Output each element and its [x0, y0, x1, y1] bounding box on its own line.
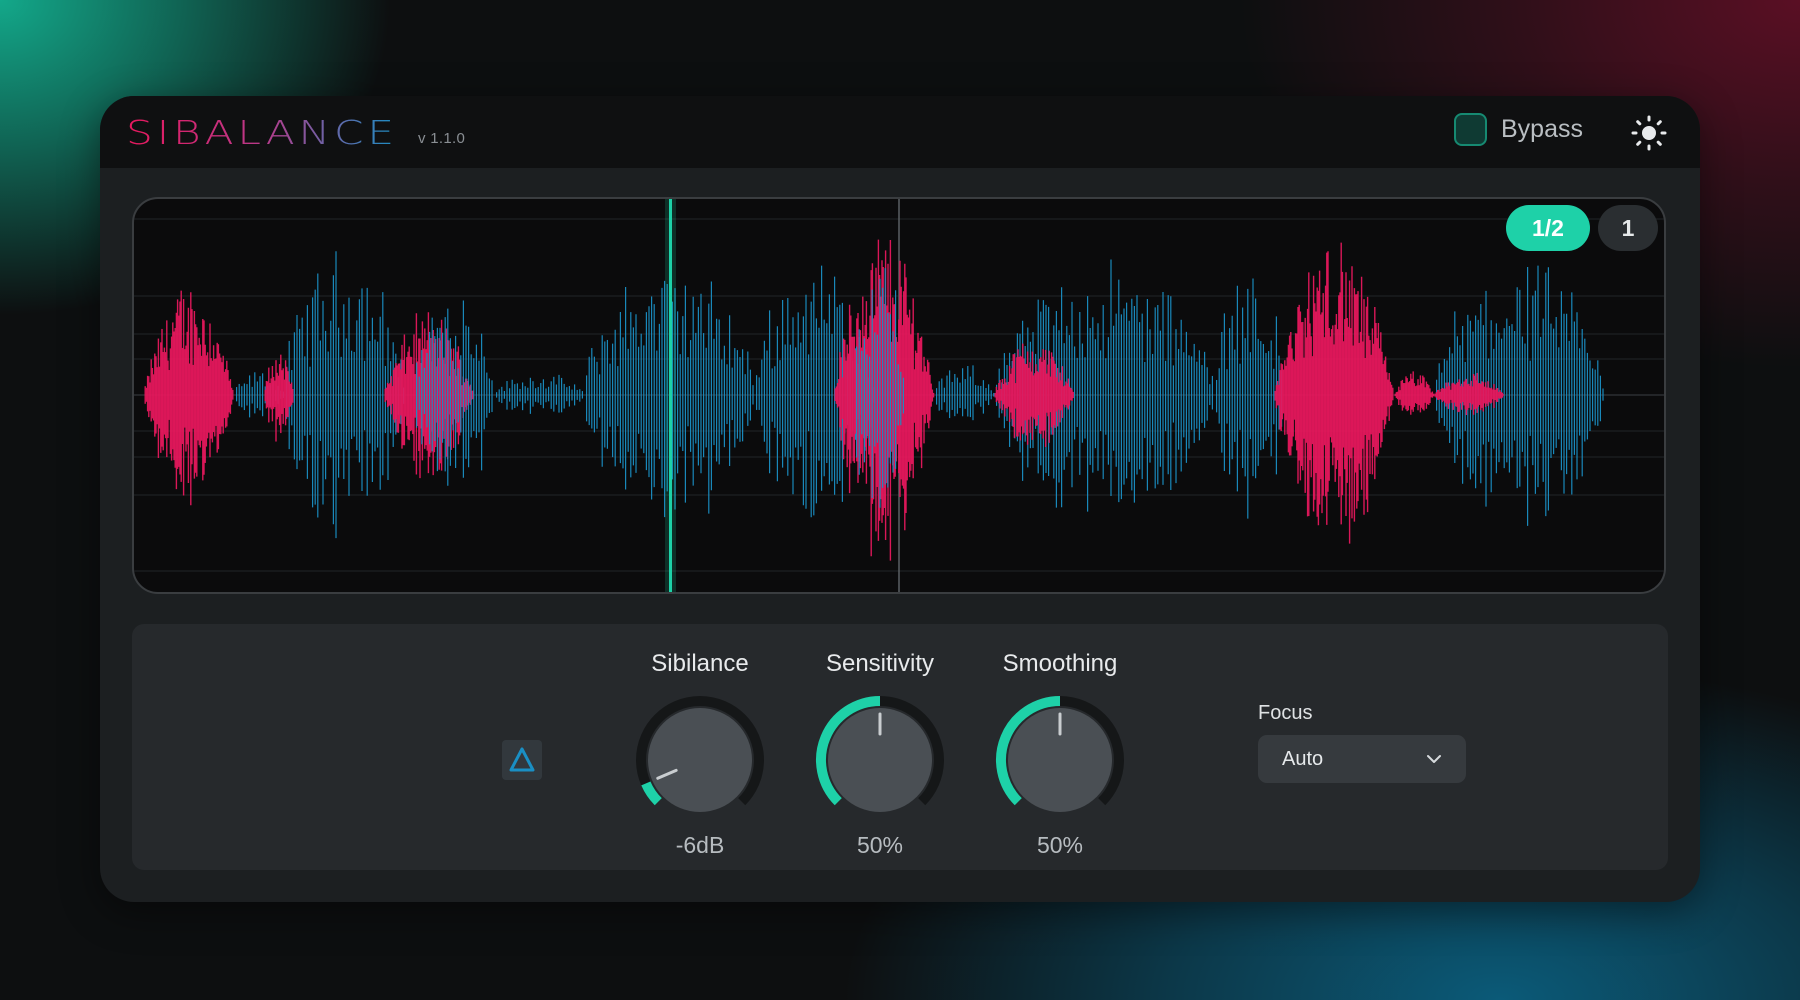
- bypass-label: Bypass: [1501, 115, 1583, 143]
- delta-icon[interactable]: [502, 740, 542, 780]
- version-label: v 1.1.0: [418, 130, 466, 147]
- controls-panel: Sibilance -6dB Sensitivity 50% Smoothing…: [132, 624, 1668, 870]
- sibilance-value: -6dB: [675, 832, 725, 858]
- smoothing-control: Smoothing 50%: [980, 648, 1140, 860]
- sun-icon[interactable]: [1630, 114, 1668, 152]
- zoom-half-button[interactable]: 1/2: [1506, 205, 1590, 251]
- sibilance-label: Sibilance: [651, 650, 749, 677]
- sensitivity-label: Sensitivity: [825, 650, 935, 677]
- bypass-toggle[interactable]: Bypass: [1454, 113, 1583, 146]
- sibilance-control: Sibilance -6dB: [620, 648, 780, 860]
- smoothing-label: Smoothing: [1002, 650, 1118, 677]
- smoothing-value: 50%: [1036, 832, 1084, 858]
- zoom-full-button[interactable]: 1: [1598, 205, 1658, 251]
- focus-dropdown[interactable]: Auto: [1258, 735, 1466, 783]
- zoom-selector: 1/2 1: [1506, 205, 1658, 251]
- header-bar: SIBALANCE v 1.1.0 Bypass: [100, 96, 1700, 168]
- waveform-graph[interactable]: [134, 199, 1664, 592]
- logo: SIBALANCE: [126, 114, 398, 150]
- sensitivity-knob[interactable]: [810, 690, 950, 830]
- svg-text:SIBALANCE: SIBALANCE: [126, 114, 398, 150]
- focus-label: Focus: [1258, 702, 1313, 724]
- bypass-checkbox[interactable]: [1454, 113, 1487, 146]
- focus-selected-value: Auto: [1282, 747, 1324, 770]
- sensitivity-control: Sensitivity 50%: [800, 648, 960, 860]
- sensitivity-value: 50%: [856, 832, 904, 858]
- smoothing-knob[interactable]: [990, 690, 1130, 830]
- chevron-down-icon: [1427, 755, 1441, 763]
- sibilance-knob[interactable]: [630, 690, 770, 830]
- focus-control: Focus Auto: [1258, 702, 1466, 783]
- waveform-display[interactable]: 1/2 1: [132, 197, 1666, 594]
- plugin-window: SIBALANCE v 1.1.0 Bypass 1/2 1 Sibilance…: [100, 96, 1700, 902]
